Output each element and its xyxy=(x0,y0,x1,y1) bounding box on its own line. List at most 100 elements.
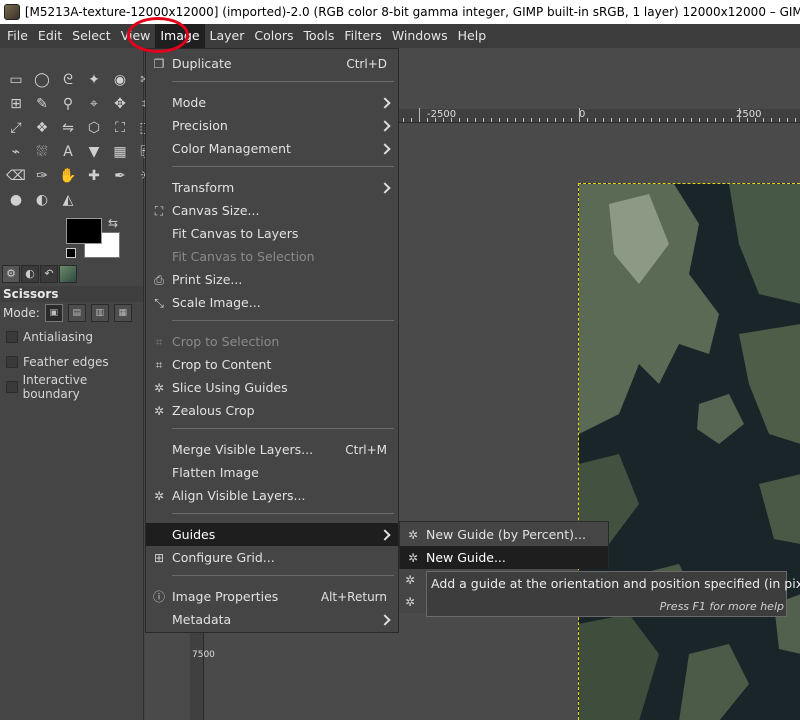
menu-item-mode[interactable]: Mode xyxy=(146,91,398,114)
gimp-app-icon xyxy=(4,4,20,20)
menu-item-merge-visible-layers[interactable]: Merge Visible Layers... Ctrl+M xyxy=(146,438,398,461)
submenu-item-new-guide[interactable]: ✲ New Guide... xyxy=(400,546,608,569)
crop-icon: ⌗ xyxy=(155,334,163,349)
mypaint-icon[interactable]: ◐ xyxy=(32,190,52,210)
menu-item-transform[interactable]: Transform xyxy=(146,176,398,199)
smudge-icon[interactable]: ✋ xyxy=(58,166,78,186)
menu-item-precision[interactable]: Precision xyxy=(146,114,398,137)
ruler-tick xyxy=(427,118,428,122)
menu-separator xyxy=(172,81,394,82)
blur-icon[interactable]: ● xyxy=(6,190,26,210)
unified-transform-icon[interactable]: ⛶ xyxy=(110,118,130,138)
rect-select-icon[interactable]: ▭ xyxy=(6,70,26,90)
image-canvas[interactable] xyxy=(578,183,800,720)
ruler-tick xyxy=(491,118,492,122)
menu-colors[interactable]: Colors xyxy=(249,24,298,48)
menu-layer[interactable]: Layer xyxy=(205,24,250,48)
ruler-tick xyxy=(507,118,508,122)
flip-icon[interactable]: ⇋ xyxy=(58,118,78,138)
align-icon[interactable]: ⊞ xyxy=(6,94,26,114)
zoom-icon[interactable]: ⚲ xyxy=(58,94,78,114)
menu-item-metadata[interactable]: Metadata xyxy=(146,608,398,631)
menu-item-crop-to-content[interactable]: ⌗ Crop to Content xyxy=(146,353,398,376)
tool-options-title: Scissors xyxy=(0,286,143,302)
images-tab-icon[interactable] xyxy=(59,265,77,283)
menu-item-label: Duplicate xyxy=(172,56,232,71)
menu-item-slice-using-guides[interactable]: ✲ Slice Using Guides xyxy=(146,376,398,399)
menu-item-image-properties[interactable]: ⓘ Image Properties Alt+Return xyxy=(146,585,398,608)
ruler-tick xyxy=(539,118,540,122)
ruler-tick xyxy=(547,118,548,122)
mode-add-button[interactable]: ▤ xyxy=(67,304,86,322)
cage-icon[interactable]: ⬡ xyxy=(84,118,104,138)
title-bar: [M5213A-texture-12000x12000] (imported)-… xyxy=(0,0,800,24)
undo-history-tab-icon[interactable]: ↶ xyxy=(40,265,58,283)
menu-item-label: Merge Visible Layers... xyxy=(172,442,314,457)
menu-item-fit-canvas-to-layers[interactable]: Fit Canvas to Layers xyxy=(146,222,398,245)
menu-bar: File Edit Select View Image Layer Colors… xyxy=(0,24,800,48)
mode-subtract-button[interactable]: ▥ xyxy=(90,304,109,322)
interactive-boundary-checkbox[interactable] xyxy=(6,380,18,393)
menu-item-canvas-size[interactable]: ⛶ Canvas Size... xyxy=(146,199,398,222)
tool-options-tab-icon[interactable]: ⚙ xyxy=(2,265,20,283)
ellipse-select-icon[interactable]: ◯ xyxy=(32,70,52,90)
menu-item-duplicate[interactable]: ❐ Duplicate Ctrl+D xyxy=(146,52,398,75)
plugin-icon[interactable]: ✲ xyxy=(405,595,419,609)
sharpen-icon[interactable]: ◭ xyxy=(58,190,78,210)
menu-item-label: Precision xyxy=(172,118,228,133)
ruler-tick xyxy=(763,118,764,122)
ruler-tick xyxy=(611,118,612,122)
antialiasing-option[interactable]: Antialiasing xyxy=(0,324,143,349)
antialiasing-checkbox[interactable] xyxy=(6,330,18,343)
color-picker-icon[interactable]: ✎ xyxy=(32,94,52,114)
measure-icon[interactable]: ⌖ xyxy=(84,94,104,114)
feather-edges-option[interactable]: Feather edges xyxy=(0,349,143,374)
eraser-icon[interactable]: ⌫ xyxy=(6,166,26,186)
transform-icon[interactable]: ⤢ xyxy=(6,118,26,138)
menu-windows[interactable]: Windows xyxy=(387,24,453,48)
gradient-icon[interactable]: ▦ xyxy=(110,142,130,162)
menu-file[interactable]: File xyxy=(2,24,33,48)
mode-replace-button[interactable]: ▣ xyxy=(44,304,63,322)
menu-edit[interactable]: Edit xyxy=(33,24,67,48)
ink-icon[interactable]: ✒ xyxy=(110,166,130,186)
move-icon[interactable]: ✥ xyxy=(110,94,130,114)
menu-item-print-size[interactable]: ⎙ Print Size... xyxy=(146,268,398,291)
feather-edges-checkbox[interactable] xyxy=(6,355,18,368)
default-colors-icon[interactable] xyxy=(66,248,76,258)
fuzzy-select-icon[interactable]: ✦ xyxy=(84,70,104,90)
mode-intersect-button[interactable]: ▦ xyxy=(113,304,132,322)
ruler-tick xyxy=(755,118,756,122)
bucket-fill-icon[interactable]: ⛆ xyxy=(32,142,52,162)
swap-colors-icon[interactable]: ⇆ xyxy=(108,216,118,230)
device-status-tab-icon[interactable]: ◐ xyxy=(21,265,39,283)
foreground-color-swatch[interactable] xyxy=(66,218,102,244)
heal-icon[interactable]: ✚ xyxy=(84,166,104,186)
paths-icon[interactable]: ⌁ xyxy=(6,142,26,162)
ruler-tick xyxy=(707,118,708,122)
plugin-icon[interactable]: ✲ xyxy=(405,573,419,587)
menu-item-color-management[interactable]: Color Management xyxy=(146,137,398,160)
warp-icon[interactable]: ❖ xyxy=(32,118,52,138)
interactive-boundary-option[interactable]: Interactive boundary xyxy=(0,373,143,401)
menu-item-guides[interactable]: Guides xyxy=(146,523,398,546)
tooltip-text: Add a guide at the orientation and posit… xyxy=(431,576,800,591)
text-icon[interactable]: A xyxy=(58,142,78,162)
menu-item-align-visible-layers[interactable]: ✲ Align Visible Layers... xyxy=(146,484,398,507)
menu-help[interactable]: Help xyxy=(453,24,492,48)
menu-item-zealous-crop[interactable]: ✲ Zealous Crop xyxy=(146,399,398,422)
submenu-arrow-icon xyxy=(379,613,391,626)
fill-icon[interactable]: ▼ xyxy=(84,142,104,162)
menu-item-flatten-image[interactable]: Flatten Image xyxy=(146,461,398,484)
menu-item-scale-image[interactable]: ⤡ Scale Image... xyxy=(146,291,398,314)
color-select-icon[interactable]: ◉ xyxy=(110,70,130,90)
menu-item-label: Configure Grid... xyxy=(172,550,275,565)
menu-filters[interactable]: Filters xyxy=(339,24,386,48)
free-select-icon[interactable]: ᘓ xyxy=(58,70,78,90)
ruler-tick xyxy=(467,118,468,122)
submenu-item-new-guide-by-percent[interactable]: ✲ New Guide (by Percent)... xyxy=(400,523,608,546)
airbrush-icon[interactable]: ✑ xyxy=(32,166,52,186)
menu-select[interactable]: Select xyxy=(67,24,116,48)
menu-tools[interactable]: Tools xyxy=(299,24,340,48)
menu-item-configure-grid[interactable]: ⊞ Configure Grid... xyxy=(146,546,398,569)
